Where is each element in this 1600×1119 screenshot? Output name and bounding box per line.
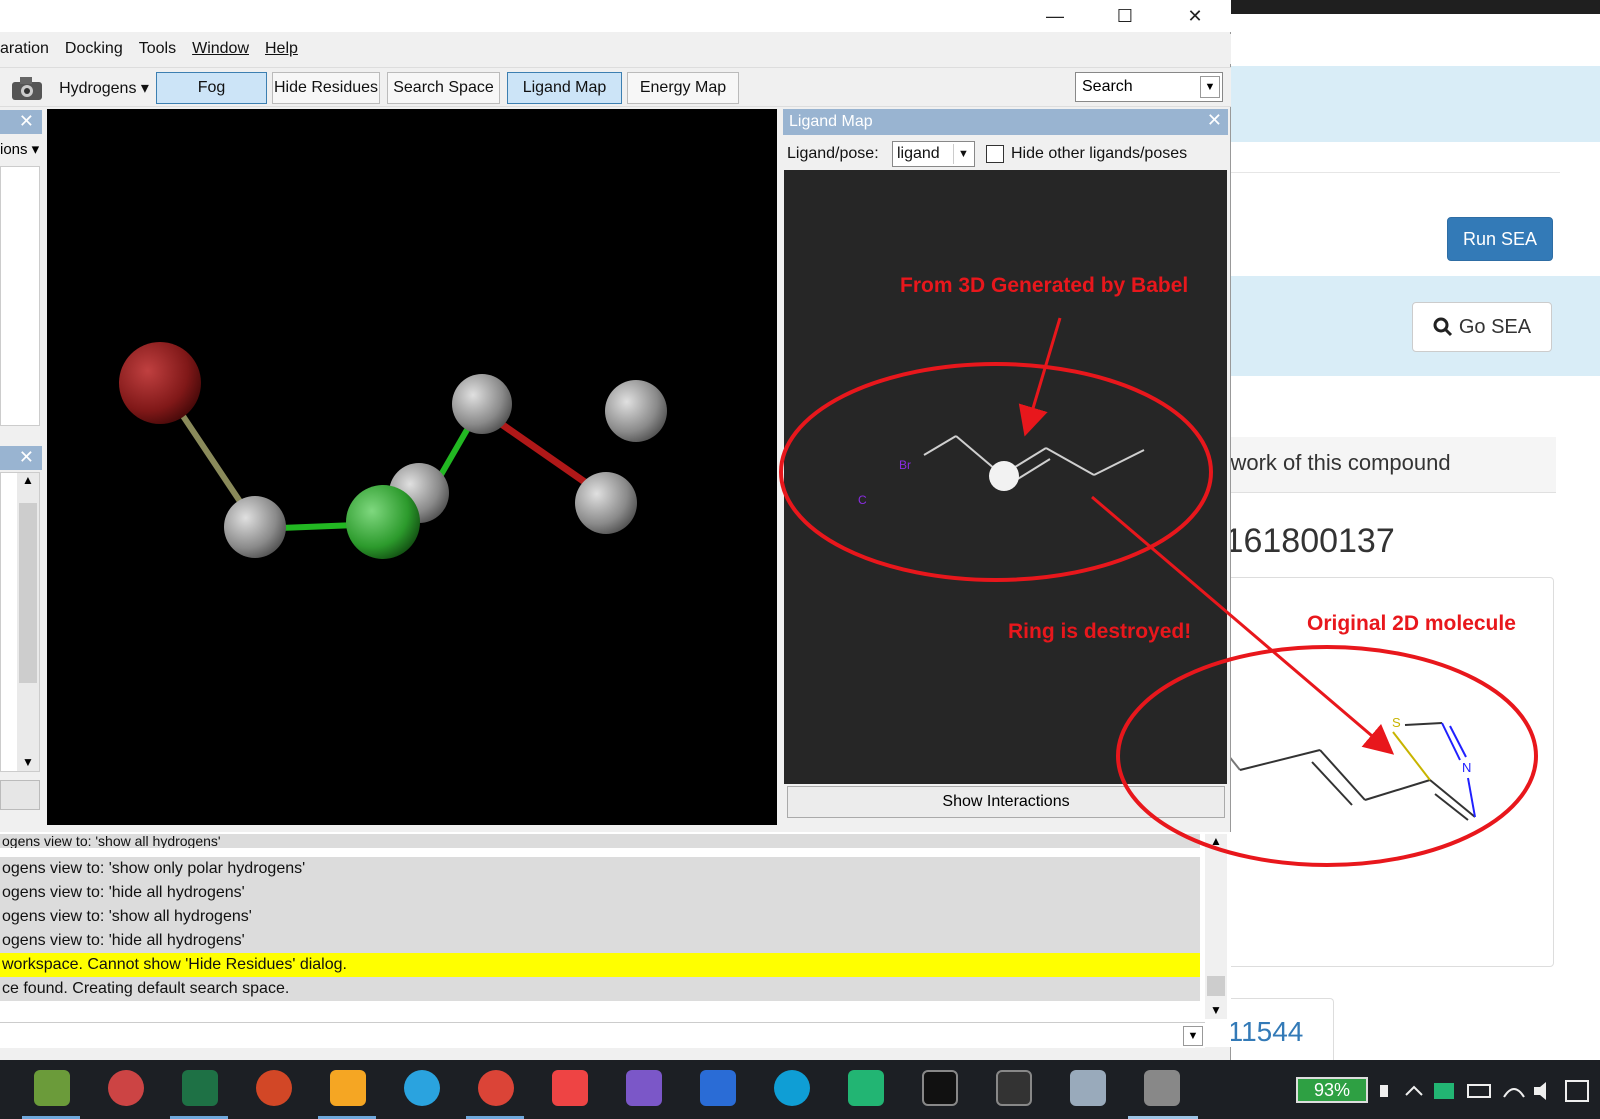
file-transfer-icon[interactable] <box>700 1070 736 1106</box>
powerpoint-icon[interactable] <box>256 1070 292 1106</box>
keyboard-icon[interactable] <box>1565 1080 1589 1102</box>
screen: Run SEA Go SEA nework of this compound C… <box>0 0 1600 1119</box>
annotation-original-2d: Original 2D molecule <box>1307 612 1516 635</box>
excel-icon[interactable] <box>182 1070 218 1106</box>
wifi-icon[interactable] <box>1503 1088 1525 1098</box>
sublime-text-icon[interactable] <box>330 1070 366 1106</box>
chevron-up-icon[interactable] <box>1405 1085 1423 1096</box>
network-icon[interactable] <box>1467 1084 1491 1098</box>
annotation-from-3d: From 3D Generated by Babel <box>900 274 1189 297</box>
todoist-icon[interactable] <box>552 1070 588 1106</box>
annotation-ring-destroyed: Ring is destroyed! <box>1008 620 1192 643</box>
docking-app-icon[interactable] <box>1144 1070 1180 1106</box>
edge-icon[interactable] <box>774 1070 810 1106</box>
annotation-ellipse-2d <box>1116 645 1538 867</box>
speaker-icon[interactable] <box>1534 1082 1546 1100</box>
datagrip-icon[interactable] <box>848 1070 884 1106</box>
battery-indicator[interactable]: 93% <box>1296 1077 1368 1103</box>
snipping-tool-icon[interactable] <box>108 1070 144 1106</box>
power-plug-icon[interactable] <box>1380 1085 1388 1097</box>
annotation-ellipse-3d <box>779 362 1213 582</box>
chrome-icon[interactable] <box>478 1070 514 1106</box>
paint-icon[interactable] <box>34 1070 70 1106</box>
tray-app-icon[interactable] <box>1434 1083 1454 1099</box>
annotation-arrow <box>1018 317 1062 437</box>
system-tray <box>1380 1080 1589 1102</box>
annotation-overlay <box>779 317 1538 867</box>
console-icon[interactable] <box>996 1070 1032 1106</box>
remote-desktop-icon[interactable] <box>1070 1070 1106 1106</box>
terminal-icon[interactable] <box>922 1070 958 1106</box>
app-icon[interactable] <box>626 1070 662 1106</box>
telegram-icon[interactable] <box>404 1070 440 1106</box>
